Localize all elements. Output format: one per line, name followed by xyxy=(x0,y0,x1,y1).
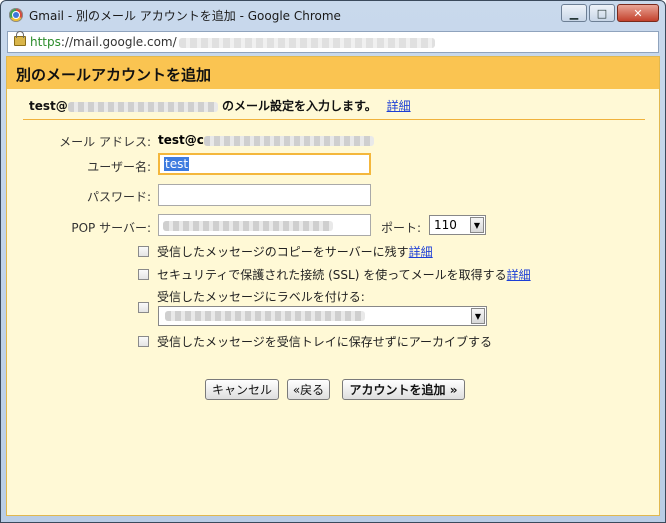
label-checkbox[interactable] xyxy=(138,302,149,313)
ssl-label: セキュリティで保護された接続 (SSL) を使ってメールを取得する xyxy=(157,268,507,282)
ssl-checkbox[interactable] xyxy=(138,269,149,280)
password-field[interactable] xyxy=(158,184,371,206)
label-select[interactable]: ▼ xyxy=(158,306,487,326)
username-field[interactable]: test xyxy=(158,153,371,175)
ssl-option: セキュリティで保護された接続 (SSL) を使ってメールを取得する詳細 xyxy=(157,266,531,283)
address-bar[interactable]: https://mail.google.com/ xyxy=(7,31,659,53)
chrome-icon xyxy=(9,8,23,22)
leave-copy-option: 受信したメッセージのコピーをサーバーに残す詳細 xyxy=(157,243,433,260)
url-text: https://mail.google.com/ xyxy=(30,35,435,49)
maximize-button[interactable]: □ xyxy=(589,4,615,22)
browser-window: Gmail - 別のメール アカウントを追加 - Google Chrome ▁… xyxy=(0,0,666,523)
port-select[interactable]: 110 ▼ xyxy=(429,215,486,235)
dialog-header: 別のメールアカウントを追加 xyxy=(7,57,659,89)
port-label: ポート: xyxy=(381,221,422,235)
url-host: ://mail.google.com/ xyxy=(60,35,177,49)
divider xyxy=(23,119,645,120)
add-account-button[interactable]: アカウントを追加 » xyxy=(342,379,465,400)
label-select-redacted xyxy=(165,311,365,321)
pop-server-field[interactable] xyxy=(158,214,371,236)
cancel-button[interactable]: キャンセル xyxy=(205,379,279,400)
leave-copy-label: 受信したメッセージのコピーをサーバーに残す xyxy=(157,245,409,259)
email-label: メール アドレス: xyxy=(59,135,151,149)
url-redacted xyxy=(178,37,435,48)
minimize-button[interactable]: ▁ xyxy=(561,4,587,22)
close-button[interactable]: ✕ xyxy=(617,4,659,22)
intro-email-redacted xyxy=(67,101,218,112)
leave-copy-checkbox[interactable] xyxy=(138,246,149,257)
archive-checkbox[interactable] xyxy=(138,336,149,347)
url-scheme: https xyxy=(30,35,61,49)
username-label: ユーザー名: xyxy=(87,160,151,174)
lock-icon xyxy=(14,31,26,46)
back-button[interactable]: «戻る xyxy=(287,379,330,400)
pop-server-redacted xyxy=(163,221,333,231)
username-value: test xyxy=(164,157,190,171)
password-label: パスワード: xyxy=(86,190,151,204)
window-controls: ▁ □ ✕ xyxy=(561,4,659,22)
archive-option: 受信したメッセージを受信トレイに保存せずにアーカイブする xyxy=(157,335,493,349)
title-bar: Gmail - 別のメール アカウントを追加 - Google Chrome ▁… xyxy=(1,1,665,29)
ssl-details-link[interactable]: 詳細 xyxy=(507,268,531,282)
chevron-down-icon: ▼ xyxy=(470,217,484,233)
dialog: 別のメールアカウントを追加 test@ のメール設定を入力します。 詳細 メール… xyxy=(6,56,660,516)
intro-suffix: のメール設定を入力します。 xyxy=(217,99,377,113)
window-title: Gmail - 別のメール アカウントを追加 - Google Chrome xyxy=(29,9,341,23)
email-prefix: test@c xyxy=(158,133,204,147)
port-value: 110 xyxy=(434,218,457,232)
chevron-down-icon: ▼ xyxy=(471,308,485,324)
email-value: test@c xyxy=(158,133,374,147)
pop-server-label: POP サーバー: xyxy=(71,221,151,235)
label-option: 受信したメッセージにラベルを付ける: xyxy=(157,290,365,304)
leave-copy-details-link[interactable]: 詳細 xyxy=(409,245,433,259)
intro-email-prefix: test@ xyxy=(29,99,68,113)
details-link[interactable]: 詳細 xyxy=(387,99,411,113)
dialog-title: 別のメールアカウントを追加 xyxy=(16,66,212,84)
intro-text: test@ のメール設定を入力します。 詳細 xyxy=(29,97,411,114)
email-redacted xyxy=(203,135,374,146)
